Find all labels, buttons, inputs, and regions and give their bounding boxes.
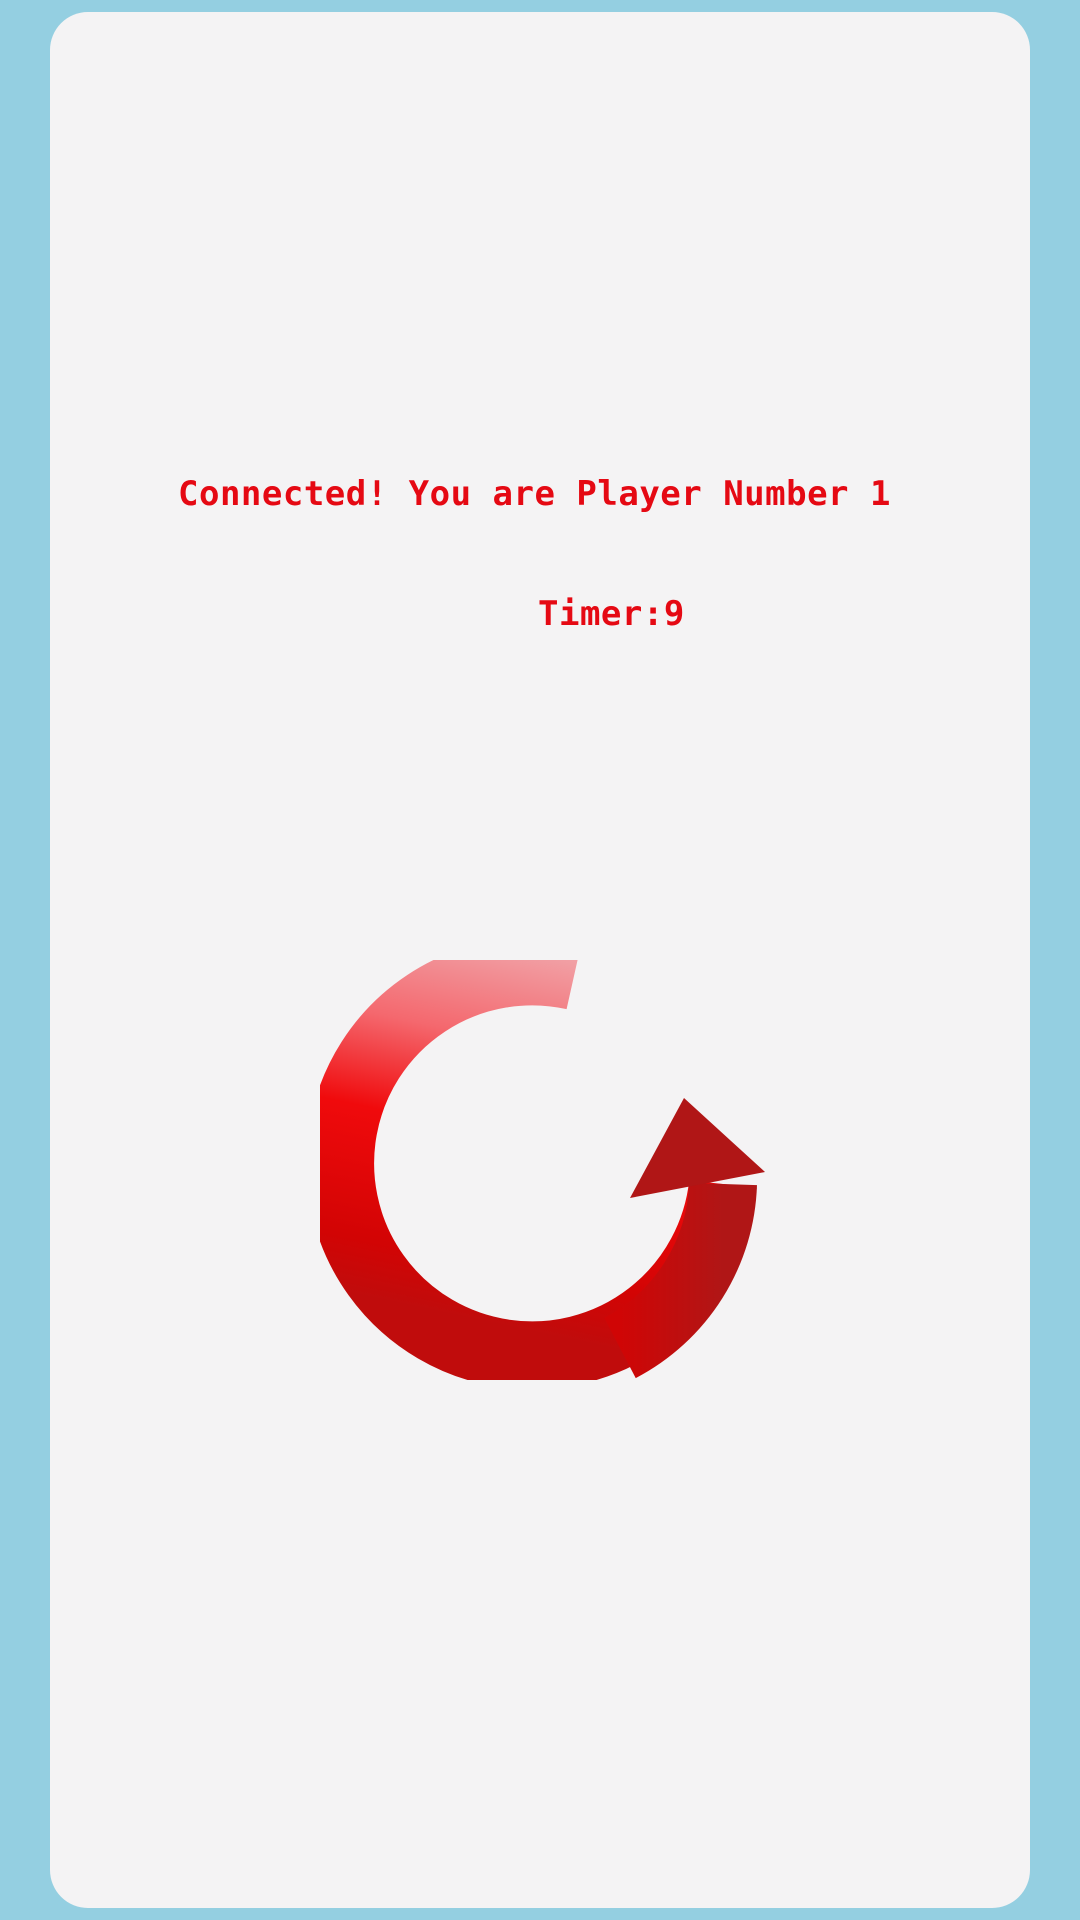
timer-label: Timer:9 [538, 594, 685, 634]
game-screen: Connected! You are Player Number 1 Timer… [0, 0, 1080, 1920]
connection-status: Connected! You are Player Number 1 [178, 474, 891, 514]
refresh-arrow-icon[interactable] [320, 960, 780, 1380]
